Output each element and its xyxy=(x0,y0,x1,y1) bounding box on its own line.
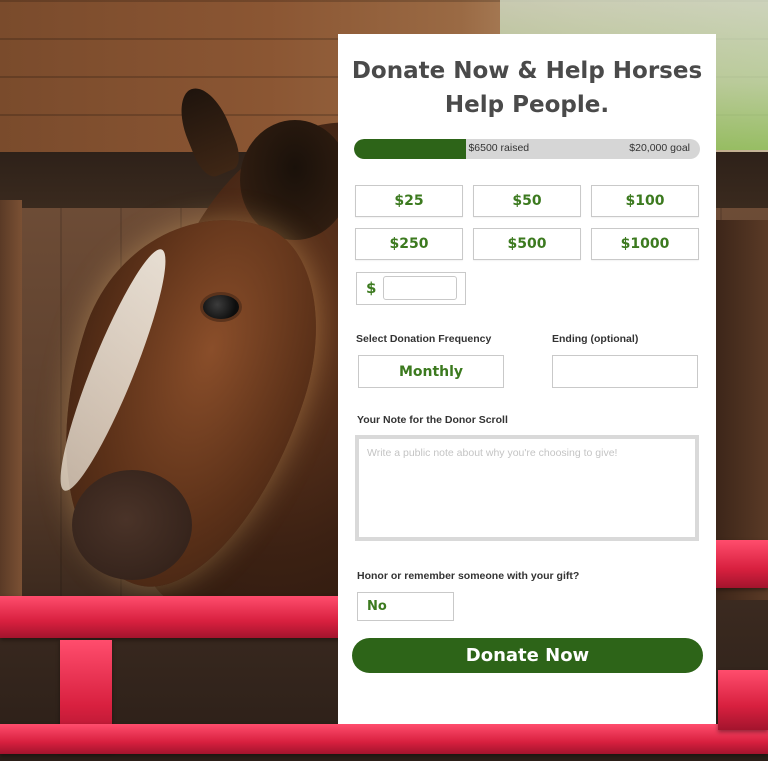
horse-eye xyxy=(200,292,242,322)
progress-goal-label: $20,000 goal xyxy=(629,142,690,154)
horse-muzzle xyxy=(72,470,192,580)
amount-button-100[interactable]: $100 xyxy=(591,185,699,217)
fence-rail xyxy=(0,724,768,754)
donate-now-button[interactable]: Donate Now xyxy=(352,638,703,673)
frequency-select[interactable]: Monthly xyxy=(358,355,504,388)
ending-date-input[interactable] xyxy=(552,355,698,388)
honor-label: Honor or remember someone with your gift… xyxy=(357,570,580,582)
custom-amount-input[interactable] xyxy=(383,276,457,300)
custom-amount-field: $ xyxy=(356,272,466,305)
amount-button-1000[interactable]: $1000 xyxy=(591,228,699,260)
form-title: Donate Now & Help Horses Help People. xyxy=(351,58,703,118)
fundraising-progress-bar: $6500 raised $20,000 goal xyxy=(354,139,700,159)
fence-rail xyxy=(0,596,360,638)
currency-symbol: $ xyxy=(366,279,377,297)
fence-strap xyxy=(718,670,768,730)
frequency-label: Select Donation Frequency xyxy=(356,333,492,345)
amount-button-500[interactable]: $500 xyxy=(473,228,581,260)
amount-button-25[interactable]: $25 xyxy=(355,185,463,217)
fence-rail xyxy=(716,540,768,588)
amount-button-50[interactable]: $50 xyxy=(473,185,581,217)
ending-label: Ending (optional) xyxy=(552,333,639,345)
horse-mane xyxy=(240,120,350,240)
progress-raised-label: $6500 raised xyxy=(468,142,530,154)
amount-button-250[interactable]: $250 xyxy=(355,228,463,260)
note-label: Your Note for the Donor Scroll xyxy=(357,414,508,426)
barn-post xyxy=(0,200,22,620)
donation-form-card: Donate Now & Help Horses Help People. $6… xyxy=(338,34,716,724)
donor-note-textarea[interactable] xyxy=(355,435,699,541)
honor-select[interactable]: No xyxy=(357,592,454,621)
progress-fill xyxy=(354,139,467,159)
